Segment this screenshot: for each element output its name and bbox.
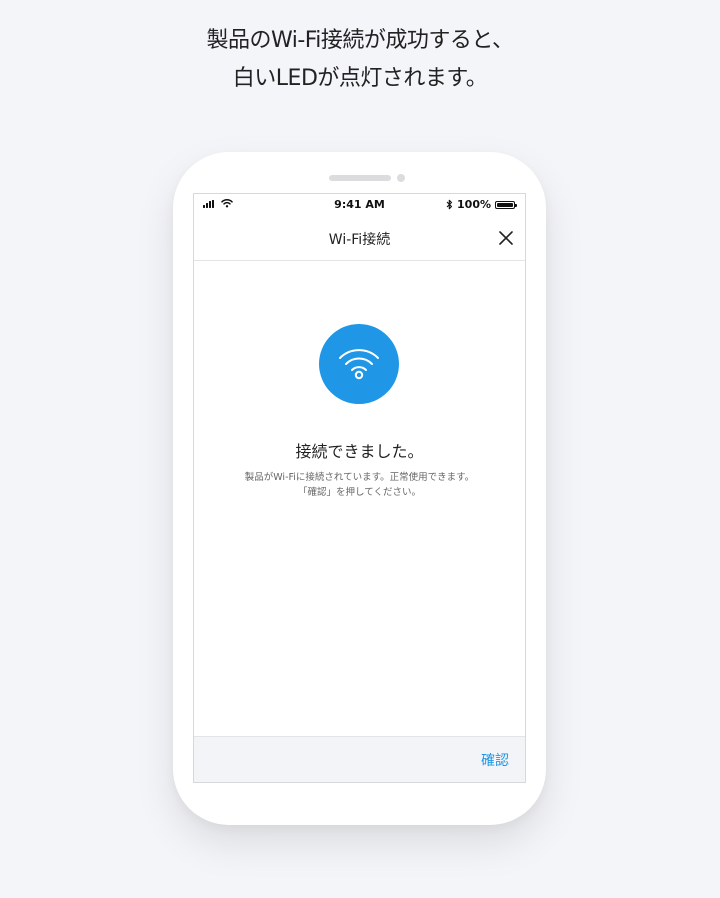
success-title: 接続できました。: [295, 442, 424, 461]
phone-speaker: [329, 175, 391, 181]
status-bar: 9:41 AM 100%: [194, 194, 525, 216]
wifi-connected-badge: [319, 324, 399, 404]
close-icon[interactable]: [498, 230, 514, 246]
description-line-1: 製品がWi-Fiに接続されています。正常使用できます。: [244, 472, 475, 483]
battery-percent: 100%: [457, 198, 491, 211]
caption-line-2: 白いLEDが点灯されます。: [232, 66, 488, 91]
phone-camera: [397, 174, 405, 182]
battery-icon: [495, 200, 517, 209]
page-title: Wi-Fi接続: [328, 232, 391, 248]
nav-bar: Wi-Fi接続: [194, 216, 525, 261]
instruction-caption: 製品のWi-Fi接続が成功すると、 白いLEDが点灯されます。: [0, 22, 720, 98]
success-description: 製品がWi-Fiに接続されています。正常使用できます。 「確認」を押してください…: [194, 470, 525, 500]
description-line-2: 「確認」を押してください。: [298, 487, 421, 498]
status-right: 100%: [446, 198, 517, 211]
confirm-button[interactable]: 確認: [481, 750, 509, 770]
caption-line-1: 製品のWi-Fi接続が成功すると、: [206, 28, 514, 53]
bluetooth-icon: [446, 199, 453, 210]
phone-screen: 9:41 AM 100% Wi-Fi接続 接続できました。 製品がWi-Fiに接…: [193, 193, 526, 783]
footer-bar: 確認: [194, 736, 525, 782]
wifi-icon: [339, 349, 379, 380]
